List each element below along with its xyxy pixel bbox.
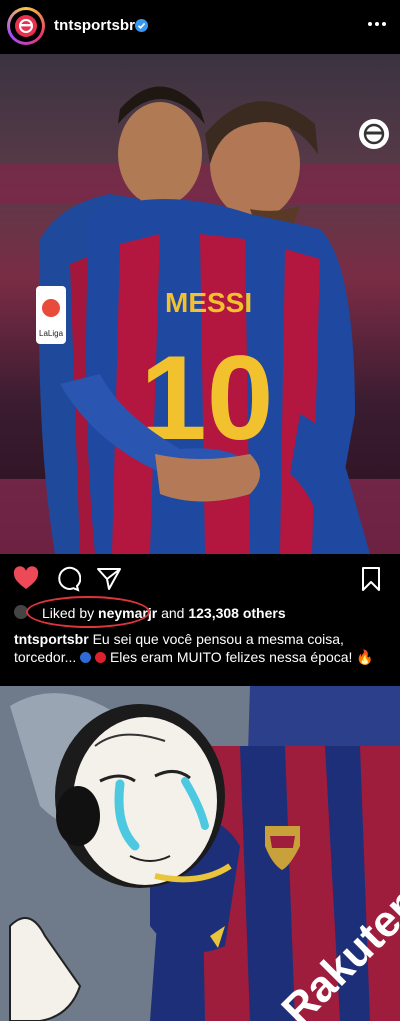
red-highlight-circle xyxy=(26,596,150,628)
post-caption: tntsportsbr Eu sei que você pensou a mes… xyxy=(14,630,390,666)
share-icon[interactable] xyxy=(96,566,122,592)
bookmark-icon[interactable] xyxy=(358,566,384,592)
laliga-badge: LaLiga xyxy=(39,329,64,338)
jersey-name: MESSI xyxy=(165,287,252,318)
players-illustration: MESSI 10 LaLiga xyxy=(0,86,400,554)
meme-image: Rakuten xyxy=(0,686,400,1021)
heart-icon[interactable] xyxy=(13,566,39,592)
more-options-icon[interactable] xyxy=(366,13,388,35)
profile-avatar[interactable] xyxy=(7,7,45,45)
caption-text-2: Eles eram MUITO felizes nessa época! xyxy=(109,649,353,665)
fire-emoji: 🔥 xyxy=(356,649,374,665)
post-header: tntsportsbr xyxy=(0,0,400,54)
likes-count[interactable]: 123,308 others xyxy=(188,605,285,621)
crying-meme-illustration: Rakuten xyxy=(0,686,400,1021)
blue-circle-emoji xyxy=(80,652,92,663)
tnt-logo-icon xyxy=(15,15,37,37)
post-photo[interactable]: MESSI 10 LaLiga xyxy=(0,54,400,554)
likes-connector: and xyxy=(161,605,185,621)
caption-username[interactable]: tntsportsbr xyxy=(14,631,89,647)
comment-icon[interactable] xyxy=(55,566,82,592)
avatar-ring-inner xyxy=(10,10,42,42)
tnt-watermark-icon xyxy=(359,119,389,149)
action-bar xyxy=(0,554,400,600)
username[interactable]: tntsportsbr xyxy=(54,17,135,34)
red-circle-emoji xyxy=(95,652,107,663)
verified-badge-icon xyxy=(135,19,148,32)
